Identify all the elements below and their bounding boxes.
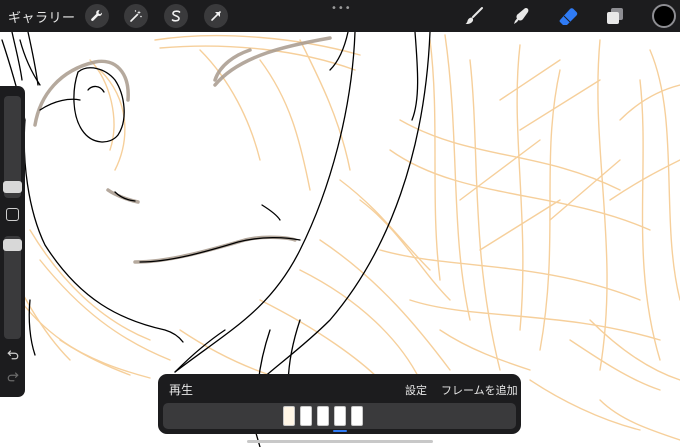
selection-button[interactable] xyxy=(164,4,188,28)
brush-size-slider[interactable] xyxy=(3,96,22,198)
playhead-indicator xyxy=(333,430,347,432)
layers-button[interactable] xyxy=(603,4,627,28)
brush-size-slider-thumb[interactable] xyxy=(3,181,22,193)
opacity-slider-thumb[interactable] xyxy=(3,239,22,251)
frame-thumbnail[interactable] xyxy=(334,406,346,426)
smudge-finger-icon xyxy=(514,8,529,24)
frame-timeline[interactable] xyxy=(163,403,516,429)
animation-assist-panel: 再生 設定 フレームを追加 xyxy=(158,374,521,434)
selection-s-icon xyxy=(171,10,181,22)
frame-thumbnail[interactable] xyxy=(283,406,295,426)
transform-button[interactable] xyxy=(204,4,228,28)
play-button[interactable]: 再生 xyxy=(169,381,193,398)
home-indicator xyxy=(247,440,433,443)
frame-thumbnail[interactable] xyxy=(300,406,312,426)
arrow-cursor-icon xyxy=(211,11,221,21)
brush-button[interactable] xyxy=(462,4,486,28)
brush-icon xyxy=(465,7,483,25)
layers-icon xyxy=(607,8,623,24)
undo-arrow-icon xyxy=(7,350,19,360)
modify-button[interactable] xyxy=(6,208,19,221)
gallery-button[interactable]: ギャラリー xyxy=(8,7,76,26)
frame-thumbnail[interactable] xyxy=(351,406,363,426)
left-sidebar xyxy=(0,86,25,397)
settings-button[interactable]: 設定 xyxy=(405,382,427,398)
grab-handle-dots[interactable]: ••• xyxy=(331,3,352,14)
opacity-slider[interactable] xyxy=(3,236,22,339)
top-toolbar: ギャラリー ••• xyxy=(0,0,680,32)
eraser-button[interactable] xyxy=(556,4,580,28)
actions-button[interactable] xyxy=(85,4,109,28)
adjustments-button[interactable] xyxy=(124,4,148,28)
eraser-icon xyxy=(559,8,578,25)
wrench-icon xyxy=(91,10,102,21)
redo-arrow-icon xyxy=(7,372,19,382)
color-picker-button[interactable] xyxy=(652,4,676,28)
magic-wand-icon xyxy=(130,10,142,22)
smudge-button[interactable] xyxy=(509,4,533,28)
undo-button[interactable] xyxy=(5,349,21,363)
frame-thumbnail[interactable] xyxy=(317,406,329,426)
add-frame-button[interactable]: フレームを追加 xyxy=(441,382,518,398)
redo-button[interactable] xyxy=(5,371,21,385)
